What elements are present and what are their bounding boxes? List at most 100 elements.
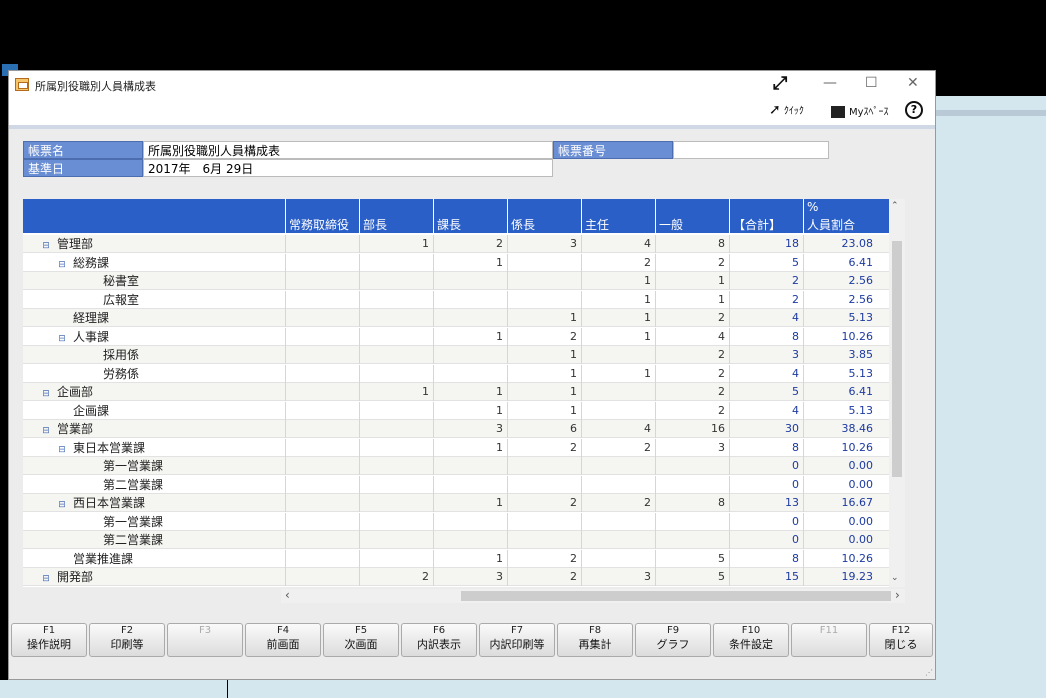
scroll-right-icon[interactable]: › bbox=[895, 588, 900, 602]
table-cell: 0 bbox=[729, 457, 803, 475]
table-cell: 2 bbox=[507, 494, 581, 512]
quick-button[interactable]: ➚ ｸｲｯｸ bbox=[769, 102, 804, 118]
table-cell: 5.13 bbox=[803, 401, 877, 420]
table-row[interactable]: ⊟ 管理部 1 2 3 4 8 18 23.08 bbox=[23, 235, 903, 253]
close-button[interactable]: ✕ bbox=[907, 75, 919, 91]
collapse-icon[interactable]: ⊟ bbox=[57, 496, 67, 514]
column-header[interactable]: 一般 bbox=[655, 217, 729, 233]
table-cell: 16 bbox=[655, 420, 729, 438]
table-row[interactable]: ⊟ 東日本営業課 1 2 2 3 8 10.26 bbox=[23, 438, 903, 459]
vertical-scrollbar[interactable]: ⌃ ⌄ bbox=[889, 199, 905, 587]
table-row[interactable]: ⊟ 営業部 3 6 4 16 30 38.46 bbox=[23, 420, 903, 438]
function-key-f4[interactable]: F4 前画面 bbox=[245, 623, 321, 657]
function-key-f3[interactable]: F3 bbox=[167, 623, 243, 657]
table-row[interactable]: 第一営業課 0 0.00 bbox=[23, 512, 903, 531]
function-key-f11[interactable]: F11 bbox=[791, 623, 867, 657]
column-header[interactable]: 【合計】 bbox=[729, 217, 803, 233]
table-cell: 1 bbox=[507, 309, 581, 327]
column-header[interactable]: 主任 bbox=[581, 217, 655, 233]
row-label: 労務係 bbox=[103, 365, 139, 383]
table-cell: 1 bbox=[359, 383, 433, 401]
resize-grip-icon[interactable]: ⋰ bbox=[925, 668, 933, 677]
scroll-up-icon[interactable]: ⌃ bbox=[891, 201, 899, 211]
table-cell bbox=[655, 475, 729, 494]
row-label: 広報室 bbox=[103, 291, 139, 309]
table-cell: 1 bbox=[581, 272, 655, 290]
help-icon[interactable]: ? bbox=[905, 101, 923, 119]
collapse-icon[interactable]: ⊟ bbox=[41, 385, 51, 403]
table-row[interactable]: 労務係 1 1 2 4 5.13 bbox=[23, 364, 903, 383]
function-key-f10[interactable]: F10 条件設定 bbox=[713, 623, 789, 657]
function-key-f2[interactable]: F2 印刷等 bbox=[89, 623, 165, 657]
table-cell bbox=[285, 290, 359, 309]
expand-icon[interactable]: ⤢ bbox=[773, 73, 787, 94]
table-row[interactable]: ⊟ 人事課 1 2 1 4 8 10.26 bbox=[23, 327, 903, 348]
table-cell: 8 bbox=[729, 549, 803, 568]
column-header[interactable]: 課長 bbox=[433, 217, 507, 233]
table-row[interactable]: 第二営業課 0 0.00 bbox=[23, 531, 903, 549]
collapse-icon[interactable]: ⊟ bbox=[41, 422, 51, 440]
table-row[interactable]: 採用係 1 2 3 3.85 bbox=[23, 346, 903, 364]
table-row[interactable]: ⊟ 開発部 2 3 2 3 5 15 19.23 bbox=[23, 568, 903, 586]
column-header[interactable]: 人員割合 bbox=[803, 217, 877, 233]
function-key-f7[interactable]: F7 内訳印刷等 bbox=[479, 623, 555, 657]
function-key-label bbox=[168, 637, 242, 653]
row-label: 経理課 bbox=[73, 309, 109, 327]
column-header-top bbox=[285, 199, 359, 217]
table-row[interactable]: ⊟ 総務課 1 2 2 5 6.41 bbox=[23, 253, 903, 274]
table-row[interactable]: ⊟ 企画部 1 1 1 2 5 6.41 bbox=[23, 383, 903, 401]
table-cell bbox=[433, 512, 507, 531]
table-cell: 4 bbox=[581, 235, 655, 253]
collapse-icon[interactable]: ⊟ bbox=[57, 256, 67, 274]
table-row[interactable]: 経理課 1 1 2 4 5.13 bbox=[23, 309, 903, 327]
collapse-icon[interactable]: ⊟ bbox=[41, 570, 51, 587]
function-key-f8[interactable]: F8 再集計 bbox=[557, 623, 633, 657]
row-label-text: 西日本営業課 bbox=[73, 496, 146, 510]
table-cell: 2 bbox=[729, 272, 803, 290]
table-row[interactable]: ⊟ 西日本営業課 1 2 2 8 13 16.67 bbox=[23, 494, 903, 512]
column-header[interactable]: 部長 bbox=[359, 217, 433, 233]
scroll-down-icon[interactable]: ⌄ bbox=[891, 573, 899, 583]
scroll-left-icon[interactable]: ‹ bbox=[285, 588, 290, 602]
minimize-button[interactable]: — bbox=[823, 75, 837, 91]
collapse-icon[interactable]: ⊟ bbox=[57, 441, 67, 459]
function-key-f12[interactable]: F12 閉じる bbox=[869, 623, 933, 657]
horizontal-scroll-thumb[interactable] bbox=[461, 591, 891, 601]
table-cell: 5.13 bbox=[803, 364, 877, 383]
table-cell: 2.56 bbox=[803, 272, 877, 290]
table-cell: 10.26 bbox=[803, 549, 877, 568]
function-key-f1[interactable]: F1 操作説明 bbox=[11, 623, 87, 657]
horizontal-scrollbar[interactable]: ‹ › bbox=[281, 588, 905, 603]
collapse-icon[interactable]: ⊟ bbox=[41, 237, 51, 255]
table-cell bbox=[285, 364, 359, 383]
table-row[interactable]: 企画課 1 1 2 4 5.13 bbox=[23, 401, 903, 420]
table-row[interactable]: 第二営業課 0 0.00 bbox=[23, 475, 903, 494]
table-cell bbox=[359, 272, 433, 290]
title-bar[interactable]: 所属別役職別人員構成表 ⤢ — ☐ ✕ bbox=[9, 71, 935, 99]
table-row[interactable]: 広報室 1 1 2 2.56 bbox=[23, 290, 903, 309]
table-cell: 8 bbox=[655, 494, 729, 512]
function-key-f6[interactable]: F6 内訳表示 bbox=[401, 623, 477, 657]
function-key-f5[interactable]: F5 次画面 bbox=[323, 623, 399, 657]
row-label: 営業推進課 bbox=[73, 550, 133, 568]
table-cell: 38.46 bbox=[803, 420, 877, 438]
table-cell: 6 bbox=[507, 420, 581, 438]
column-header[interactable]: 係長 bbox=[507, 217, 581, 233]
row-label: 第二営業課 bbox=[103, 531, 163, 549]
table-cell bbox=[285, 383, 359, 401]
table-cell bbox=[433, 272, 507, 290]
row-label-text: 総務課 bbox=[73, 255, 110, 270]
function-key-f9[interactable]: F9 グラフ bbox=[635, 623, 711, 657]
vertical-scroll-thumb[interactable] bbox=[892, 241, 902, 477]
table-row[interactable]: 第一営業課 0 0.00 bbox=[23, 457, 903, 475]
table-cell: 2 bbox=[507, 327, 581, 346]
maximize-button[interactable]: ☐ bbox=[865, 75, 878, 91]
header-row-top: % bbox=[23, 199, 903, 217]
column-header[interactable]: 常務取締役 bbox=[285, 217, 359, 233]
collapse-icon[interactable]: ⊟ bbox=[57, 330, 67, 348]
report-no-value bbox=[673, 141, 829, 159]
table-row[interactable]: 営業推進課 1 2 5 8 10.26 bbox=[23, 549, 903, 568]
table-cell bbox=[285, 420, 359, 438]
table-row[interactable]: 秘書室 1 1 2 2.56 bbox=[23, 272, 903, 290]
myspace-button[interactable]: Myｽﾍﾟｰｽ bbox=[831, 103, 889, 118]
